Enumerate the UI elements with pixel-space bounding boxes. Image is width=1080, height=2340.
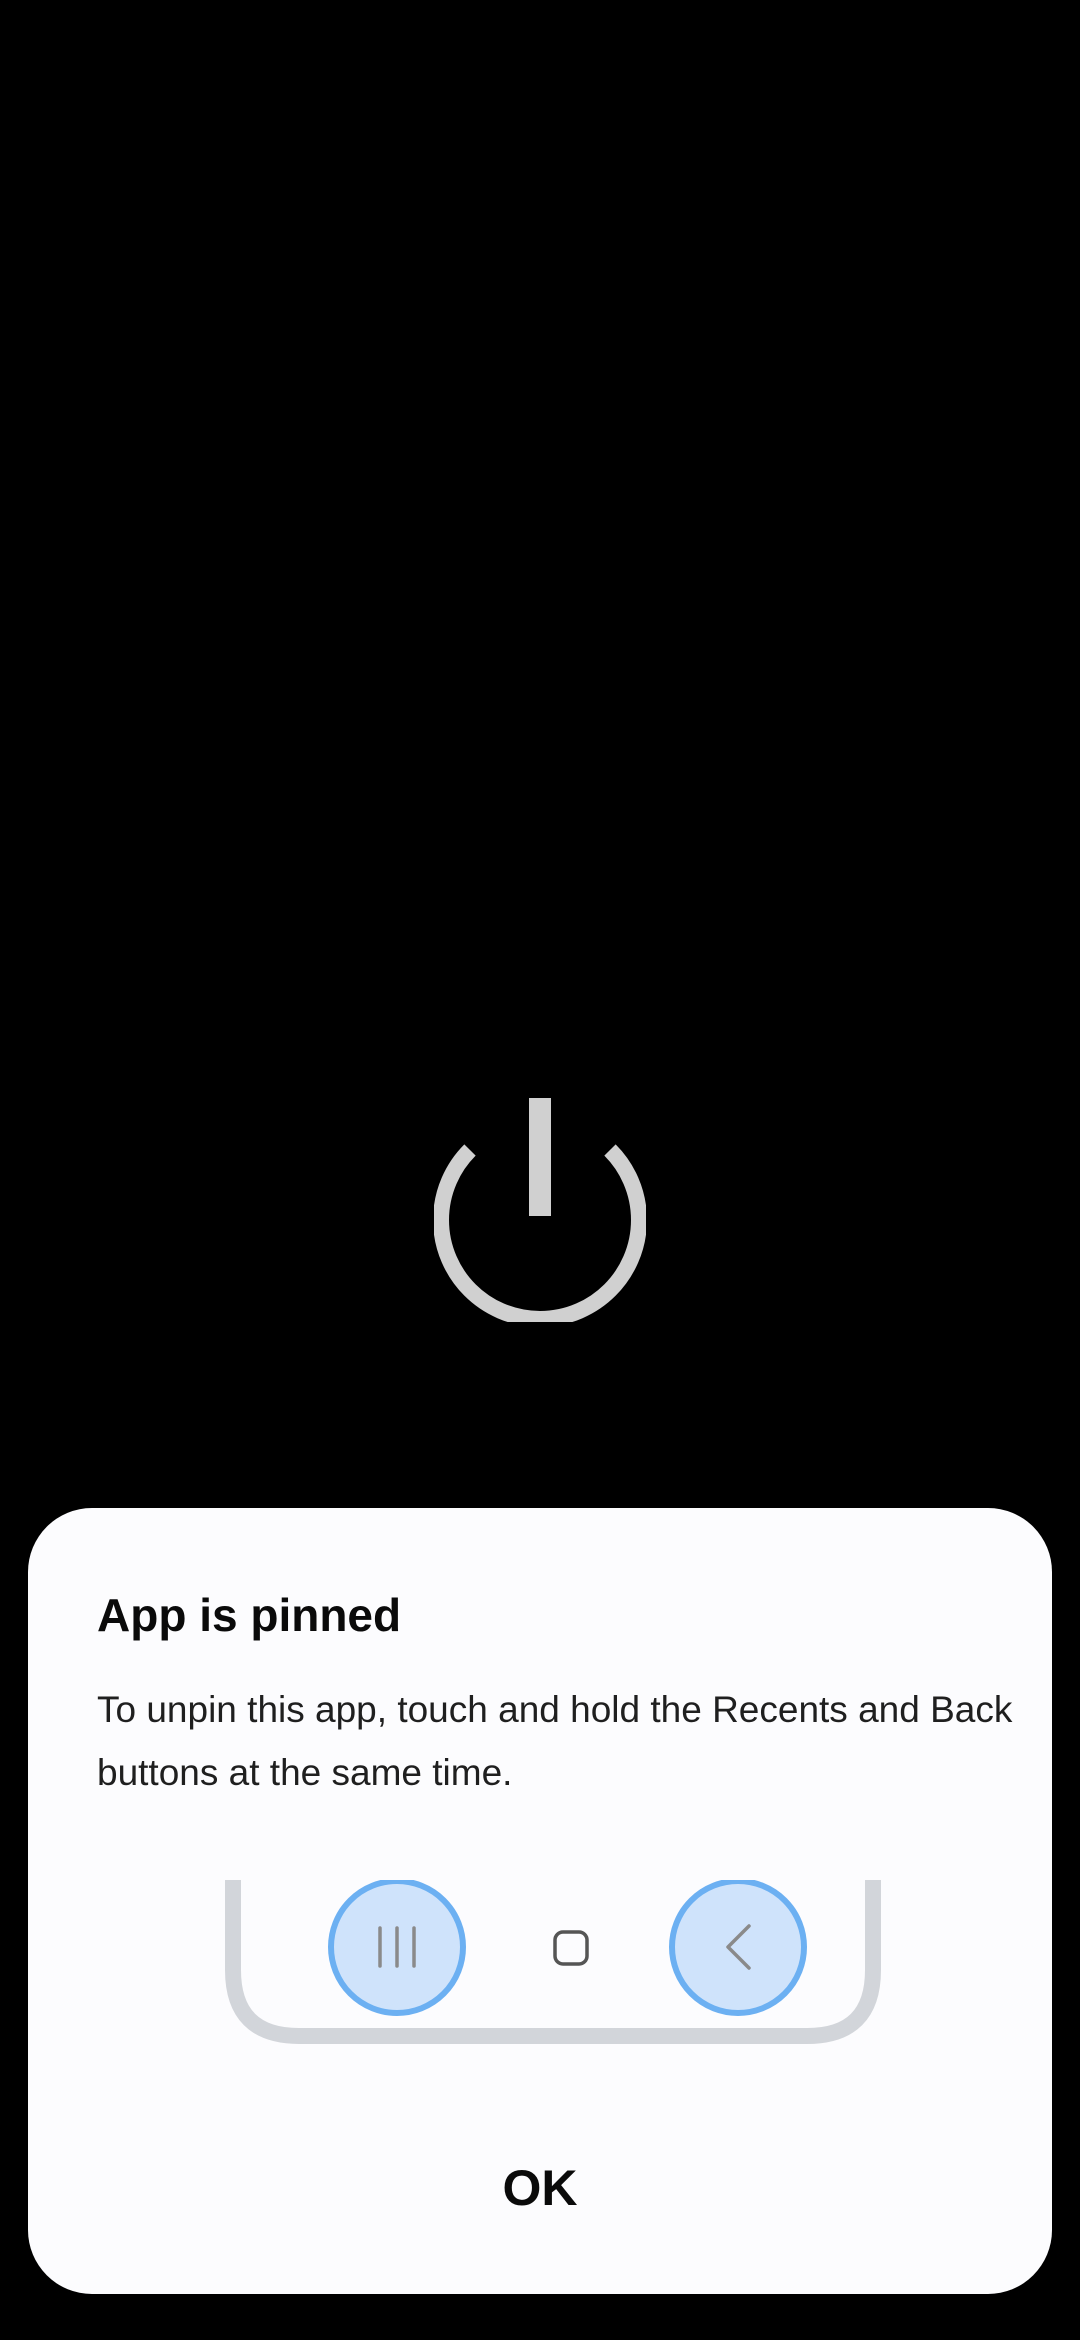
app-pinned-dialog: App is pinned To unpin this app, touch a…: [28, 1508, 1052, 2294]
pinned-app-screen: App is pinned To unpin this app, touch a…: [0, 0, 1080, 2340]
navigation-bar-illustration: [225, 1880, 881, 2044]
dialog-message: To unpin this app, touch and hold the Re…: [97, 1689, 1013, 1793]
recents-icon: [328, 1880, 466, 2016]
dialog-title: App is pinned: [97, 1589, 402, 1641]
home-icon: [553, 1930, 589, 1966]
back-icon: [669, 1880, 807, 2016]
power-icon: [434, 1098, 646, 1322]
ok-button[interactable]: OK: [440, 2138, 640, 2238]
